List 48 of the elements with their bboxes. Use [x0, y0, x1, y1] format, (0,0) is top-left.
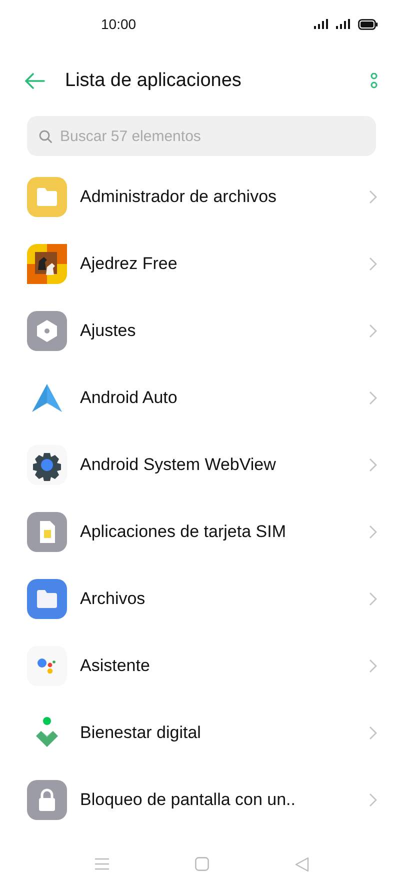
sim-card-icon — [27, 512, 67, 552]
chevron-right-icon — [369, 792, 377, 806]
chevron-right-icon — [369, 390, 377, 404]
status-time: 10:00 — [101, 14, 136, 34]
app-name: Bienestar digital — [80, 722, 201, 744]
app-list-item[interactable]: Administrador de archivos — [0, 163, 403, 230]
signal-icon — [314, 19, 329, 29]
chevron-right-icon — [369, 324, 377, 338]
app-name: Android Auto — [80, 386, 178, 409]
padlock-icon — [27, 780, 67, 820]
app-name: Aplicaciones de tarjeta SIM — [80, 520, 286, 543]
app-name: Ajedrez Free — [80, 252, 178, 275]
chevron-right-icon — [369, 190, 377, 204]
app-name: Administrador de archivos — [80, 186, 277, 208]
app-list-item[interactable]: Asistente — [0, 632, 403, 699]
app-list-item[interactable]: Archivos — [0, 565, 403, 632]
chevron-right-icon — [369, 524, 377, 538]
chevron-right-icon — [369, 592, 377, 606]
chevron-right-icon — [369, 256, 377, 270]
app-list-item[interactable]: Ajedrez Free — [0, 230, 403, 297]
battery-icon — [358, 18, 378, 30]
signal-icon — [336, 19, 351, 29]
app-list-item[interactable]: Android Auto — [0, 364, 403, 431]
app-list-item[interactable]: Bienestar digital — [0, 699, 403, 766]
more-options-icon[interactable] — [370, 73, 378, 89]
folder-icon — [27, 176, 67, 216]
menu-icon[interactable] — [94, 858, 108, 870]
assistant-dots-icon — [27, 646, 67, 686]
home-icon[interactable] — [194, 857, 208, 871]
chevron-right-icon — [369, 458, 377, 472]
app-list-item[interactable]: Bloqueo de pantalla con un.. — [0, 766, 403, 833]
chevron-right-icon — [369, 726, 377, 740]
chevron-right-icon — [369, 658, 377, 672]
search-field[interactable]: Buscar 57 elementos — [27, 116, 376, 156]
app-name: Android System WebView — [80, 454, 276, 476]
page-title: Lista de aplicaciones — [65, 68, 242, 93]
app-name: Ajustes — [80, 320, 136, 342]
chess-knight-icon — [27, 244, 67, 284]
back-arrow-icon[interactable] — [24, 73, 45, 89]
back-icon[interactable] — [294, 856, 308, 872]
app-list-item[interactable]: Aplicaciones de tarjeta SIM — [0, 498, 403, 565]
app-list-item[interactable]: Ajustes — [0, 297, 403, 364]
search-icon — [39, 130, 52, 143]
folder-icon — [27, 578, 67, 618]
app-name: Archivos — [80, 588, 146, 610]
app-name: Bloqueo de pantalla con un.. — [80, 788, 296, 811]
app-name: Asistente — [80, 654, 150, 677]
app-list-item[interactable]: Android System WebView — [0, 431, 403, 498]
